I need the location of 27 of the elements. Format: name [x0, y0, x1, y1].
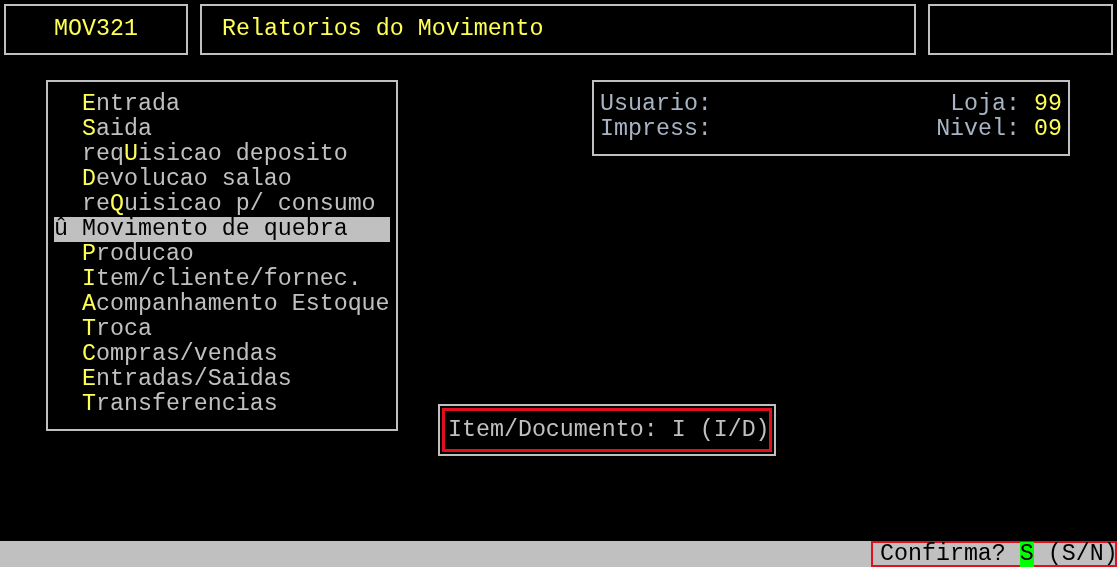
menu-item[interactable]: Producao [54, 242, 390, 267]
menu-item[interactable]: reQuisicao p/ consumo [54, 192, 390, 217]
menu-item[interactable]: Troca [54, 317, 390, 342]
menu-item[interactable]: û Movimento de quebra [54, 217, 390, 242]
menu-item[interactable]: Transferencias [54, 392, 390, 417]
field-value: 99 [1034, 92, 1062, 117]
field-label: Usuario: [600, 92, 712, 117]
menu-item[interactable]: Item/cliente/fornec. [54, 267, 390, 292]
screen-title: Relatorios do Movimento [222, 17, 544, 42]
input-field[interactable]: I [671, 417, 686, 443]
field-label: Impress: [600, 117, 712, 142]
field-value: 09 [1034, 117, 1062, 142]
field-label: Item/Documento: [448, 417, 658, 443]
options-hint: (S/N) [1047, 541, 1117, 567]
menu-item[interactable]: Acompanhamento Estoque [54, 292, 390, 317]
menu-item[interactable]: Entradas/Saidas [54, 367, 390, 392]
field-label: Nivel: [936, 117, 1021, 142]
menu-item[interactable]: Entrada [54, 92, 390, 117]
menu-item[interactable]: Devolucao salao [54, 167, 390, 192]
program-code: MOV321 [54, 17, 138, 42]
menu-item[interactable]: Saida [54, 117, 390, 142]
menu-item[interactable]: Compras/vendas [54, 342, 390, 367]
options-hint: (I/D) [699, 417, 770, 443]
input-field[interactable]: S [1019, 541, 1034, 567]
menu-item[interactable]: reqUisicao deposito [54, 142, 390, 167]
field-label: Loja: [950, 92, 1021, 117]
confirm-prompt: Confirma? [880, 541, 1006, 567]
